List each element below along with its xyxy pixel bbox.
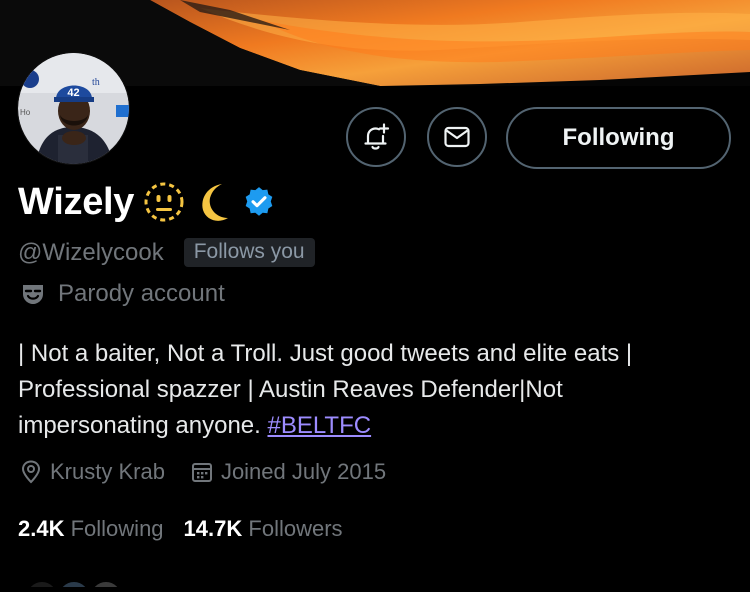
bio-line-3: impersonating anyone. #BELTFC <box>18 408 728 444</box>
bell-plus-icon <box>364 123 390 150</box>
following-label: Following <box>70 516 164 541</box>
profile-name-row: Wizely <box>18 180 276 224</box>
following-button-label: Following <box>562 124 675 151</box>
profile-handle: @Wizelycook <box>18 238 164 266</box>
profile-stats-row: 2.4K Following 14.7K Followers <box>18 516 363 542</box>
bio-line-3-text: impersonating anyone. <box>18 412 268 439</box>
calendar-icon <box>191 463 212 482</box>
svg-text:th: th <box>92 77 100 88</box>
verified-badge-icon[interactable] <box>242 185 276 219</box>
location-text: Krusty Krab <box>50 459 165 484</box>
following-count: 2.4K <box>18 516 65 541</box>
follows-you-badge: Follows you <box>183 238 315 267</box>
dotted-line-face-emoji-icon <box>144 182 184 222</box>
notify-button[interactable] <box>346 107 406 167</box>
followers-count: 14.7K <box>183 516 243 541</box>
profile-name: Wizely <box>18 180 135 223</box>
message-button[interactable] <box>427 107 487 167</box>
following-button[interactable]: Following <box>506 107 731 169</box>
profile-bio: | Not a baiter, Not a Troll. Just good t… <box>18 336 728 444</box>
parody-label: Parody account <box>58 280 225 307</box>
joined-text: Joined July 2015 <box>220 459 387 484</box>
bio-line-1: | Not a baiter, Not a Troll. Just good t… <box>18 340 633 367</box>
svg-text:Ho: Ho <box>20 108 31 117</box>
envelope-icon <box>444 126 470 148</box>
profile-avatar[interactable]: th Ho 42 <box>17 52 130 165</box>
followed-by-avatars[interactable] <box>20 574 140 592</box>
profile-meta-row: Krusty Krab Joined July 2015 <box>20 459 412 485</box>
parody-label-row: Parody account <box>20 280 225 308</box>
bio-hashtag-link[interactable]: #BELTFC <box>268 412 372 439</box>
location-item: Krusty Krab <box>20 459 165 485</box>
avatar-cap-number: 42 <box>67 87 79 99</box>
following-stat-link[interactable]: 2.4K Following <box>18 516 164 542</box>
joined-item: Joined July 2015 <box>191 459 386 485</box>
crescent-moon-icon <box>202 184 229 221</box>
bio-line-2: Professional spazzer | Austin Reaves Def… <box>18 376 563 403</box>
profile-handle-row: @Wizelycook Follows you <box>18 238 315 267</box>
parody-mask-icon <box>23 285 43 304</box>
location-pin-icon <box>21 460 41 484</box>
followers-label: Followers <box>248 516 343 541</box>
followers-stat-link[interactable]: 14.7K Followers <box>184 516 343 542</box>
